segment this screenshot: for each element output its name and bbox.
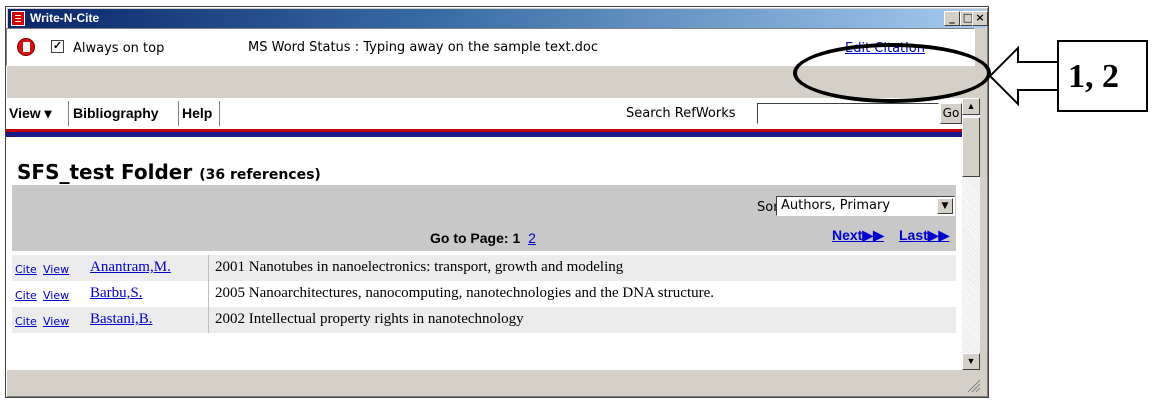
sort-selected-value: Authors, Primary	[781, 198, 891, 213]
next-link[interactable]: Next▶▶	[832, 227, 884, 244]
search-label: Search RefWorks	[626, 106, 736, 121]
reference-year: 2002	[215, 311, 245, 327]
close-button[interactable]: ×	[972, 11, 988, 26]
row-divider	[208, 255, 209, 281]
reference-year: 2001	[215, 259, 245, 275]
word-status-text: MS Word Status : Typing away on the samp…	[248, 40, 599, 55]
callout-arrow-icon	[988, 45, 1059, 107]
minimize-button[interactable]: _	[944, 11, 960, 26]
refworks-content: View ▾ Bibliography Help Search RefWorks…	[6, 98, 962, 370]
cite-link[interactable]: Cite	[15, 315, 37, 328]
view-link[interactable]: View	[43, 289, 69, 302]
reference-title: Intellectual property rights in nanotech…	[248, 311, 524, 327]
scroll-thumb[interactable]	[962, 117, 980, 177]
list-item: Cite View Anantram,M. 2001 Nanotubes in …	[12, 255, 956, 281]
author-link[interactable]: Barbu,S.	[90, 285, 143, 302]
menu-divider	[219, 101, 220, 126]
cite-link[interactable]: Cite	[15, 263, 37, 276]
resize-grip-icon[interactable]	[965, 378, 981, 392]
reference-title: Nanotubes in nanoelectronics: transport,…	[248, 259, 624, 275]
menu-view[interactable]: View ▾	[9, 105, 52, 122]
menu-divider	[178, 101, 179, 126]
window-title: Write-N-Cite	[30, 11, 100, 25]
row-divider	[208, 281, 209, 307]
go-button[interactable]: Go	[940, 103, 962, 124]
folder-title: SFS_test Folder (36 references)	[17, 160, 321, 184]
reference-year: 2005	[215, 285, 245, 301]
sort-select[interactable]: Authors, Primary ▼	[776, 196, 955, 216]
menu-divider	[68, 101, 69, 126]
author-link[interactable]: Anantram,M.	[90, 259, 171, 276]
folder-name: SFS_test Folder	[17, 160, 193, 184]
always-on-top-checkbox[interactable]: ✓	[51, 40, 64, 53]
title-bar[interactable]: Write-N-Cite _ □ ×	[8, 9, 988, 28]
callout-label: 1, 2	[1068, 58, 1119, 95]
goto-label: Go to Page:	[430, 230, 509, 246]
cite-link[interactable]: Cite	[15, 289, 37, 302]
last-link[interactable]: Last▶▶	[899, 227, 949, 244]
reference-text: 2001 Nanotubes in nanoelectronics: trans…	[215, 259, 623, 276]
page-2-link[interactable]: 2	[528, 230, 536, 246]
scroll-up-button[interactable]: ▲	[962, 98, 980, 115]
dropdown-arrow-icon[interactable]: ▼	[937, 198, 953, 214]
reference-count: (36 references)	[199, 167, 321, 183]
menu-help[interactable]: Help	[182, 105, 212, 121]
goto-page: Go to Page: 1 2	[430, 230, 536, 246]
sort-panel: Sort by Authors, Primary ▼ Go to Page: 1…	[12, 185, 956, 251]
stop-icon[interactable]	[17, 38, 35, 56]
highlight-ellipse	[793, 43, 991, 103]
document-icon	[11, 11, 25, 26]
search-input[interactable]	[757, 103, 939, 124]
view-link[interactable]: View	[43, 263, 69, 276]
reference-title: Nanoarchitectures, nanocomputing, nanote…	[248, 285, 715, 301]
row-divider	[208, 307, 209, 333]
always-on-top-label: Always on top	[73, 41, 165, 56]
scroll-down-button[interactable]: ▼	[962, 353, 980, 370]
reference-text: 2002 Intellectual property rights in nan…	[215, 311, 524, 328]
list-item: Cite View Bastani,B. 2002 Intellectual p…	[12, 307, 956, 333]
menu-bibliography[interactable]: Bibliography	[73, 105, 159, 121]
current-page: 1	[512, 230, 521, 246]
reference-text: 2005 Nanoarchitectures, nanocomputing, n…	[215, 285, 714, 302]
author-link[interactable]: Bastani,B.	[90, 311, 153, 328]
view-link[interactable]: View	[43, 315, 69, 328]
divider-blue	[6, 132, 962, 137]
vertical-scrollbar[interactable]: ▲ ▼	[962, 98, 980, 370]
menu-bar: View ▾ Bibliography Help Search RefWorks…	[6, 98, 962, 129]
list-item: Cite View Barbu,S. 2005 Nanoarchitecture…	[12, 281, 956, 307]
